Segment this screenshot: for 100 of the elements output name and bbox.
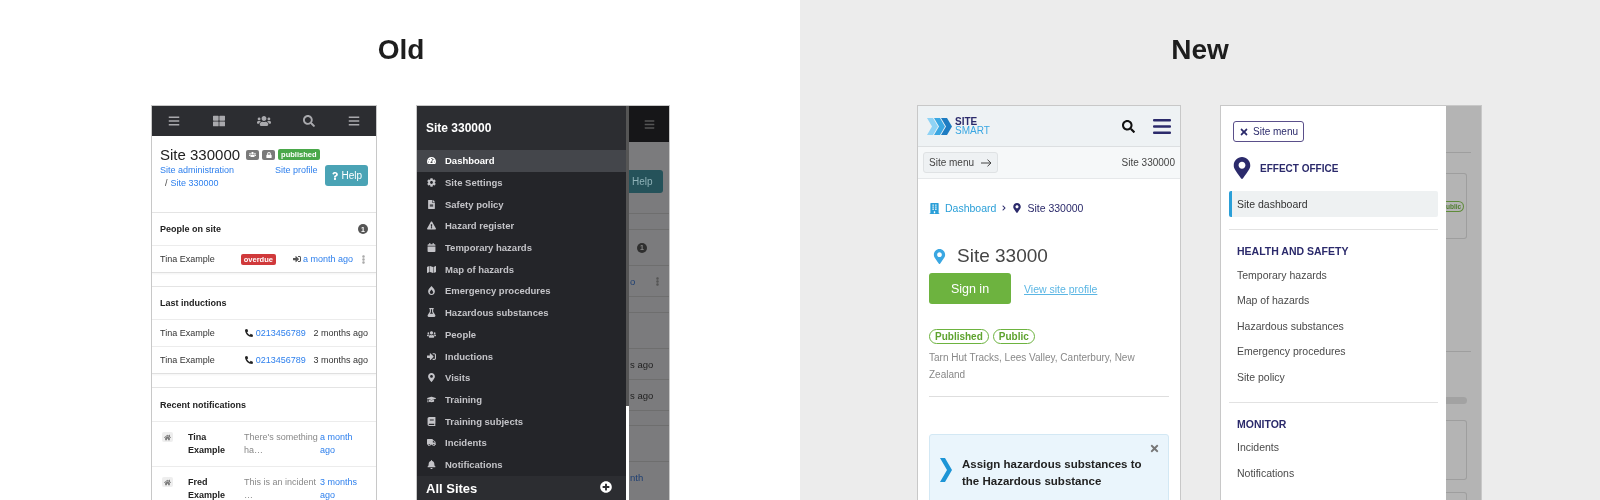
people-icon [246, 149, 260, 160]
menu-item[interactable]: Map of hazards [417, 258, 626, 281]
menu-item[interactable]: Notifications [417, 453, 626, 476]
close-icon[interactable] [1149, 443, 1160, 454]
graduation-cap-icon [426, 394, 436, 404]
time-link[interactable]: 3 months ago [320, 476, 365, 500]
message-preview: This is an incident … [243, 476, 318, 500]
menu-icon [643, 118, 655, 130]
map-pin-icon [426, 373, 436, 383]
menu-item[interactable]: Hazard register [417, 215, 626, 237]
gauge-icon [426, 156, 436, 166]
flame-icon [426, 286, 436, 296]
menu-item[interactable]: Site dashboard [1229, 191, 1438, 217]
menu-item[interactable]: Temporary hazards [417, 236, 626, 259]
section-title: Last inductions [160, 298, 227, 308]
menu-item[interactable]: Training subjects [417, 410, 626, 432]
menu-icon[interactable] [1153, 118, 1171, 134]
menu-item[interactable]: Emergency procedures [1229, 338, 1438, 364]
menu-item[interactable]: Site policy [1229, 364, 1438, 390]
add-icon[interactable] [600, 481, 612, 494]
building-icon [929, 202, 940, 214]
chevron-icon [940, 458, 952, 482]
truck-icon [426, 438, 436, 448]
sign-in-icon [292, 255, 301, 263]
menu-item[interactable]: Temporary hazards [1229, 262, 1438, 288]
menu-item[interactable]: Dashboard [417, 150, 626, 172]
section-title: People on site [160, 224, 221, 234]
menu-item[interactable]: Incidents [417, 431, 626, 454]
section-title: Recent notifications [160, 399, 246, 410]
gear-icon [426, 178, 436, 188]
time-link[interactable]: a month ago [320, 431, 365, 457]
chevron-icon [1001, 205, 1008, 211]
organisation-name: EFFECT OFFICE [1260, 162, 1339, 174]
map-icon [426, 264, 436, 274]
phone-link[interactable]: 0213456789 [244, 328, 306, 338]
menu-item[interactable]: Hazardous substances [1229, 313, 1438, 339]
site-title: Site 330000 [160, 146, 241, 163]
house-icon [162, 477, 173, 487]
logo-text: SMART [955, 126, 990, 135]
document-icon [426, 199, 436, 209]
phone-icon [244, 356, 253, 364]
search-icon[interactable] [303, 115, 316, 127]
breadcrumb-link[interactable]: Site 330000 [170, 178, 219, 188]
menu-item[interactable]: Hazardous substances [417, 301, 626, 324]
time-link[interactable]: a month ago [292, 254, 353, 264]
section-title: MONITOR [1237, 417, 1288, 430]
sign-in-icon [426, 351, 436, 361]
calendar-icon [426, 243, 436, 253]
site-administration-link[interactable]: Site administration [160, 165, 235, 175]
site-label: Site 330000 [1121, 157, 1175, 168]
people-icon [426, 329, 436, 339]
menu-item[interactable]: Emergency procedures [417, 280, 626, 302]
map-pin-icon [1231, 157, 1253, 179]
card-outline [1446, 420, 1467, 480]
house-icon [162, 432, 173, 442]
menu-item[interactable]: Training [417, 388, 626, 411]
logo-text: SITE [955, 117, 978, 126]
time-text: 3 months ago [313, 355, 368, 365]
lock-icon [262, 149, 276, 160]
warning-icon [426, 221, 436, 231]
site-profile-link[interactable]: Site profile [274, 165, 318, 175]
menu-title: Site 330000 [426, 121, 492, 135]
menu-item[interactable]: Map of hazards [1229, 287, 1438, 313]
menu-icon[interactable] [347, 115, 360, 127]
menu-item[interactable]: People [417, 323, 626, 346]
search-icon[interactable] [1122, 119, 1135, 133]
menu-icon[interactable] [168, 115, 181, 127]
time-text: 2 months ago [313, 328, 368, 338]
close-site-menu-button[interactable]: Site menu [1233, 121, 1305, 142]
site-title: Site 33000 [957, 245, 1048, 267]
book-icon [426, 416, 436, 426]
menu-item[interactable]: Site Settings [417, 171, 626, 194]
map-pin-icon [1012, 203, 1023, 213]
people-icon[interactable] [256, 114, 271, 128]
map-pin-icon [932, 248, 947, 264]
phone-link[interactable]: 0213456789 [244, 355, 306, 365]
close-icon [1239, 126, 1249, 137]
time-text: s ago [630, 358, 654, 370]
message-preview: There's something ha… [243, 431, 319, 457]
arrow-right-icon [981, 158, 993, 167]
person-name: Tina Example [160, 355, 215, 365]
old-heading: Old [376, 33, 426, 67]
person-name: Fred Example [187, 476, 227, 500]
person-name: Tina Example [160, 254, 215, 264]
chevrons-logo-icon [927, 117, 953, 135]
site-address: Tarn Hut Tracks, Lees Valley, Canterbury, New Zealand [929, 351, 1136, 382]
all-sites-heading: All Sites [426, 481, 478, 497]
menu-item[interactable]: Visits [417, 366, 626, 389]
menu-item[interactable]: Notifications [1229, 460, 1438, 486]
site-menu-button[interactable]: Site menu [923, 152, 999, 173]
phone-icon [244, 329, 253, 337]
person-name: Tina Example [160, 328, 215, 338]
section-title: HEALTH AND SAFETY [1237, 245, 1350, 257]
grid-icon[interactable] [212, 115, 225, 127]
time-text: s ago [630, 389, 654, 401]
menu-item[interactable]: Incidents [1229, 434, 1438, 460]
menu-item[interactable]: Inductions [417, 345, 626, 367]
notice-text: Assign hazardous substances to the Hazardous substance [962, 457, 1143, 489]
menu-item[interactable]: Safety policy [417, 193, 626, 216]
breadcrumb-current: Site 330000 [1027, 202, 1084, 214]
